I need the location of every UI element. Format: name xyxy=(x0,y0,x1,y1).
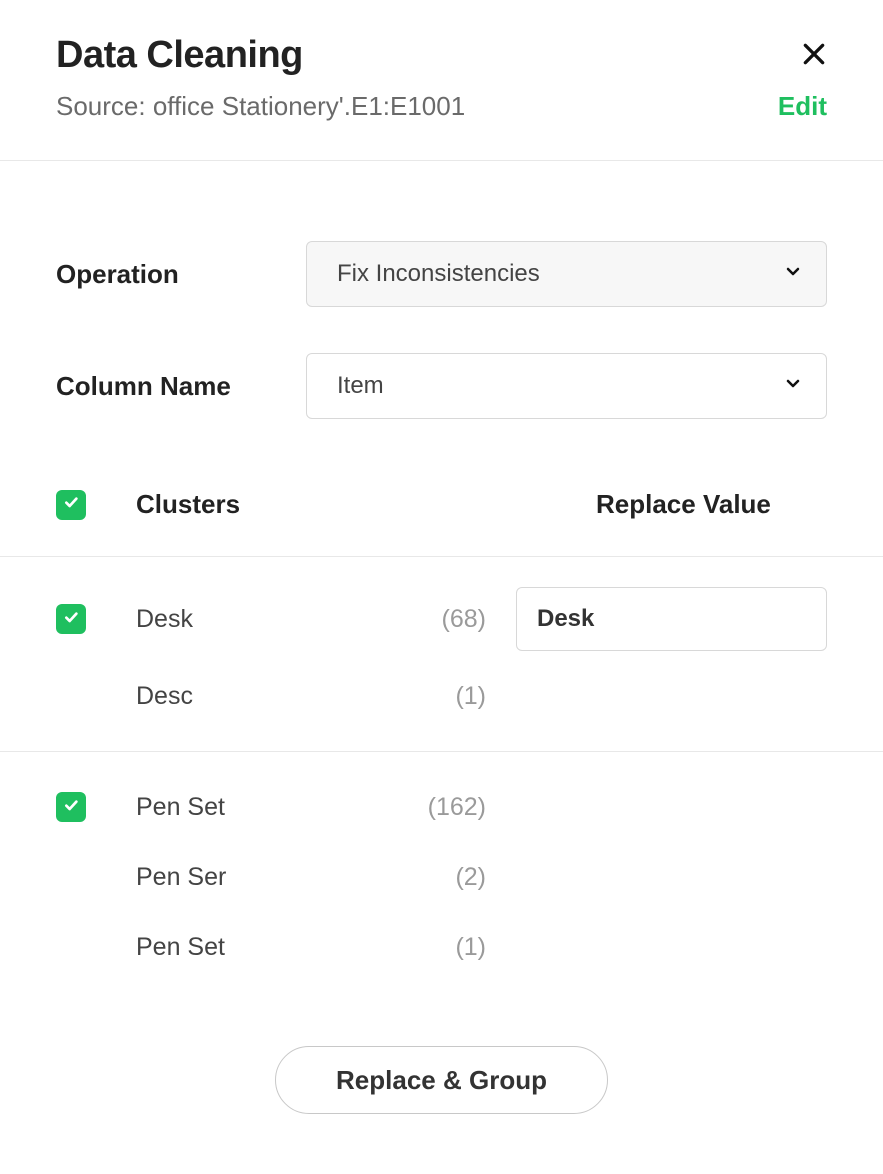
cluster-item-name: Pen Ser xyxy=(136,863,406,892)
operation-select[interactable]: Fix Inconsistencies xyxy=(306,241,827,307)
cluster-item-count: (1) xyxy=(406,933,516,962)
replace-value-header: Replace Value xyxy=(596,489,827,520)
cluster-group: Pen Set (162) Pen Ser (2) Pen Set (1) xyxy=(0,752,883,1002)
cluster-checkbox[interactable] xyxy=(56,792,86,822)
cluster-checkbox[interactable] xyxy=(56,604,86,634)
check-icon xyxy=(63,609,79,630)
cluster-group: Desk (68) Desc (1) xyxy=(0,557,883,751)
replace-and-group-button[interactable]: Replace & Group xyxy=(275,1046,608,1114)
cluster-item-name: Pen Set xyxy=(136,793,406,822)
cluster-item-count: (68) xyxy=(406,605,516,634)
operation-value: Fix Inconsistencies xyxy=(337,260,540,288)
column-name-label: Column Name xyxy=(56,371,306,402)
cluster-item-count: (1) xyxy=(406,682,516,711)
close-button[interactable] xyxy=(801,40,827,72)
check-icon xyxy=(63,494,79,515)
column-name-value: Item xyxy=(337,372,384,400)
page-title: Data Cleaning xyxy=(56,34,303,77)
cluster-item-count: (162) xyxy=(406,793,516,822)
cluster-item-name: Desk xyxy=(136,605,406,634)
clusters-header: Clusters xyxy=(136,489,486,520)
column-name-select[interactable]: Item xyxy=(306,353,827,419)
operation-label: Operation xyxy=(56,259,306,290)
cluster-item-name: Pen Set xyxy=(136,933,406,962)
cluster-item-name: Desc xyxy=(136,682,406,711)
select-all-checkbox[interactable] xyxy=(56,490,86,520)
source-label: Source: office Stationery'.E1:E1001 xyxy=(56,91,465,122)
edit-link[interactable]: Edit xyxy=(778,91,827,122)
close-icon xyxy=(801,38,827,74)
replace-value-input[interactable] xyxy=(516,587,827,651)
cluster-item-count: (2) xyxy=(406,863,516,892)
check-icon xyxy=(63,797,79,818)
